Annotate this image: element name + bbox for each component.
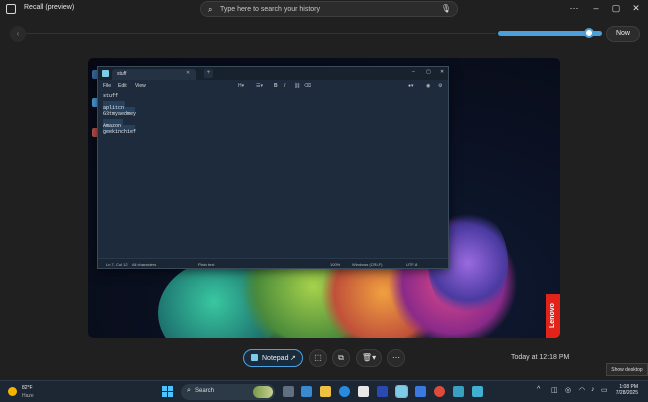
app-pill-label: Notepad [262, 355, 289, 362]
notepad-icon [251, 354, 258, 361]
maximize-button[interactable]: ▢ [608, 3, 624, 14]
bold-icon[interactable]: B [274, 83, 278, 89]
taskbar-clock[interactable]: 1:08 PM 7/28/2025 [610, 384, 638, 396]
tray-app-icon[interactable]: ◫ [551, 386, 558, 394]
weather-temp: 82°F [22, 385, 33, 391]
outlook-icon[interactable] [415, 386, 426, 397]
sun-icon [8, 387, 17, 396]
close-tab-icon[interactable]: ✕ [186, 70, 190, 76]
status-character-count: All characters [132, 262, 157, 267]
window-title: Recall (preview) [24, 4, 75, 11]
volume-icon[interactable]: ♪ [591, 386, 595, 393]
new-tab-button[interactable]: + [204, 69, 213, 78]
settings-gear-icon[interactable]: ⚙ [438, 83, 442, 89]
snapshot-timestamp: Today at 12:18 PM [511, 354, 570, 361]
menu-view[interactable]: View [135, 83, 146, 89]
timeline-slider-thumb[interactable] [584, 28, 594, 38]
more-actions-button[interactable]: ⋯ [387, 349, 405, 367]
open-external-icon: ↗ [290, 355, 296, 362]
search-highlight-art [253, 386, 273, 398]
italic-icon[interactable]: I [284, 83, 285, 89]
menu-edit[interactable]: Edit [118, 83, 127, 89]
notepad-menu-bar: File Edit View H▾ ☰▾ B I ⛓ ⌫ ●▾ ◉ ⚙ [98, 80, 448, 91]
taskbar-search-label: Search [195, 388, 215, 394]
copilot-icon[interactable]: ●▾ [408, 83, 414, 89]
app-pill-notepad[interactable]: Notepad ↗ [243, 349, 303, 367]
notepad-status-bar: Ln 7, Col 12 All characters Plain text 1… [98, 258, 448, 268]
text-line: G3tmyaedmey [103, 111, 137, 117]
title-bar: Recall (preview) ⌕ Type here to search y… [0, 0, 648, 18]
delete-dropdown-button[interactable]: 🗑▾ [356, 349, 382, 367]
widgets-icon[interactable] [301, 386, 312, 397]
clear-format-icon[interactable]: ⌫ [304, 83, 311, 89]
lenovo-logo: Lenovo [546, 294, 560, 338]
taskbar-search[interactable]: ⌕ Search [181, 384, 275, 400]
search-placeholder[interactable]: Type here to search your history [220, 6, 320, 13]
notepad-text-area[interactable]: stuff aplitcn G3tmyaedmey Amazon geekinc… [103, 93, 136, 135]
copilot-taskbar-icon[interactable] [453, 386, 464, 397]
timeline-slider[interactable] [498, 28, 602, 38]
recall-app-icon [6, 4, 16, 14]
more-options-icon[interactable]: ⋯ [566, 3, 582, 14]
status-encoding: UTF-8 [406, 262, 418, 267]
notepad-minimize-button[interactable]: – [412, 69, 415, 75]
link-icon[interactable]: ⛓ [294, 83, 300, 89]
search-icon: ⌕ [208, 5, 213, 14]
heading-dropdown-icon[interactable]: H▾ [238, 83, 244, 89]
snapshot-actions-bar: Notepad ↗ ⬚ ⧉ 🗑▾ ⋯ Today at 12:18 PM [0, 344, 648, 372]
clock-date: 7/28/2025 [615, 390, 638, 396]
search-icon: ⌕ [187, 387, 191, 394]
history-search-box[interactable]: ⌕ Type here to search your history 🎙 [200, 1, 458, 17]
status-cursor-position: Ln 7, Col 12 [106, 262, 128, 267]
menu-file[interactable]: File [103, 83, 111, 89]
show-desktop-tooltip: Show desktop [606, 363, 648, 376]
tray-copilot-icon[interactable]: ◎ [565, 386, 571, 394]
click-to-do-button[interactable]: ⬚ [309, 349, 327, 367]
notepad-taskbar-icon[interactable] [395, 385, 408, 398]
store-icon[interactable] [358, 386, 369, 397]
timeline-bar: ‹ Now [0, 20, 648, 46]
notepad-window[interactable]: stuff ✕ + – ▢ ✕ File Edit View H▾ ☰▾ B I… [97, 66, 449, 269]
notepad-tab[interactable]: stuff [112, 69, 196, 80]
copy-button[interactable]: ⧉ [332, 349, 350, 367]
task-view-icon[interactable] [283, 386, 294, 397]
notepad-tab-strip: stuff ✕ + – ▢ ✕ [98, 67, 448, 80]
microphone-icon[interactable]: 🎙 [441, 4, 451, 13]
battery-icon[interactable]: ▭ [601, 386, 608, 394]
status-zoom: 100% [330, 262, 341, 267]
list-dropdown-icon[interactable]: ☰▾ [256, 83, 263, 89]
snapshot-image[interactable]: stuff ✕ + – ▢ ✕ File Edit View H▾ ☰▾ B I… [88, 58, 560, 338]
weather-condition: Haze [22, 393, 34, 399]
recall-taskbar-icon[interactable] [472, 386, 483, 397]
minimize-button[interactable]: – [588, 3, 604, 13]
edge-icon[interactable] [339, 386, 350, 397]
timeline-back-button[interactable]: ‹ [10, 26, 26, 42]
notepad-close-button[interactable]: ✕ [440, 69, 444, 75]
file-explorer-icon[interactable] [320, 386, 331, 397]
status-line-ending: Windows (CRLF) [352, 262, 383, 267]
wifi-icon[interactable]: ◠ [579, 386, 585, 394]
status-format: Plain text [198, 262, 215, 267]
start-button[interactable] [162, 386, 173, 397]
chrome-icon[interactable] [434, 386, 445, 397]
tray-chevron-icon[interactable]: ^ [537, 386, 540, 393]
account-icon[interactable]: ◉ [426, 83, 430, 89]
close-button[interactable]: ✕ [628, 3, 644, 14]
now-button[interactable]: Now [606, 26, 640, 42]
taskbar: 82°F Haze ⌕ Search ^ ◫ ◎ ◠ ♪ ▭ 1:08 PM 7… [0, 380, 648, 402]
notepad-icon [102, 70, 109, 77]
text-line: geekinchief [103, 129, 137, 135]
lenovo-app-icon[interactable] [377, 386, 388, 397]
notepad-maximize-button[interactable]: ▢ [426, 69, 431, 75]
timeline-track[interactable] [26, 33, 496, 34]
